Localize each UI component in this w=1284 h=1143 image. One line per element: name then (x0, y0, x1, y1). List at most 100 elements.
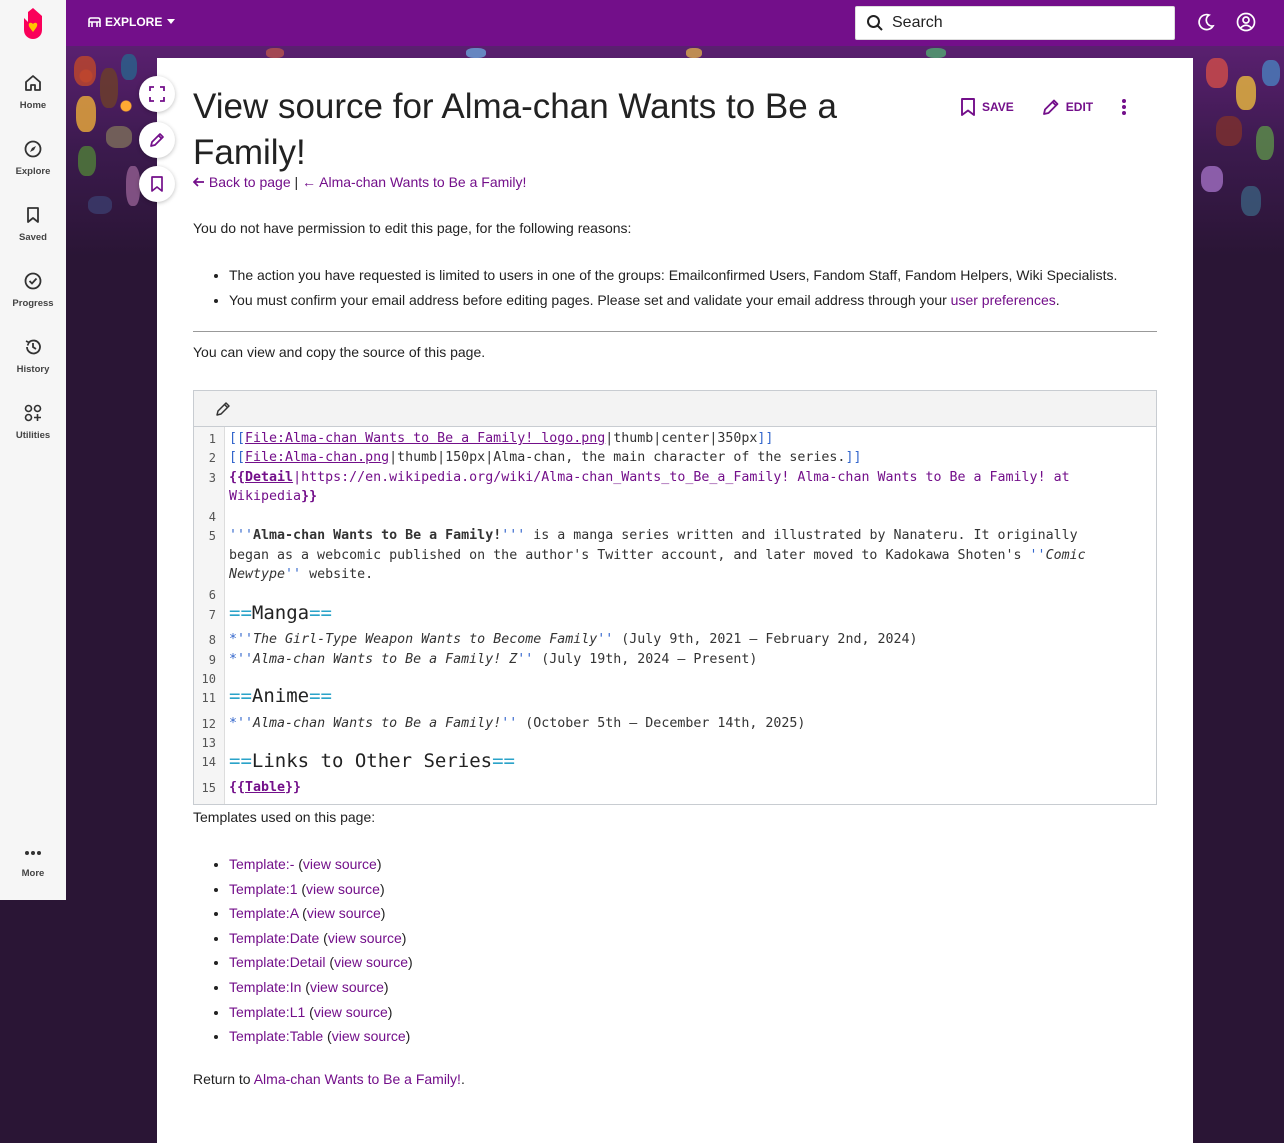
parent-page-link[interactable]: ← Alma-chan Wants to Be a Family! (302, 174, 526, 190)
view-source-link[interactable]: view source (314, 1004, 388, 1020)
template-item: Template:L1 (view source) (229, 1000, 413, 1025)
pencil-icon[interactable] (215, 401, 231, 417)
save-button[interactable]: SAVE (960, 98, 1014, 116)
view-source-link[interactable]: view source (332, 1028, 406, 1044)
line-number: 9 (208, 653, 216, 667)
rail-home[interactable]: Home (0, 74, 66, 113)
template-link[interactable]: Template:1 (229, 881, 297, 897)
file-link[interactable]: File:Alma-chan Wants to Be a Family! log… (245, 431, 605, 446)
line-number: 11 (201, 691, 216, 705)
rail-saved-label: Saved (19, 232, 47, 243)
code-text: website. (301, 567, 374, 582)
code-text: Alma-chan Wants to Be a Family! (253, 716, 502, 731)
code-text: Newtype (229, 567, 286, 582)
view-source-link[interactable]: view source (303, 856, 377, 872)
code-line: *''The Girl-Type Weapon Wants to Become … (229, 632, 918, 647)
edit-button[interactable]: EDIT (1042, 98, 1093, 116)
history-icon (25, 339, 41, 355)
view-copy-notice: You can view and copy the source of this… (193, 344, 486, 360)
home-icon (25, 75, 41, 91)
template-item: Template:A (view source) (229, 901, 413, 926)
template-link[interactable]: Template:- (229, 856, 294, 872)
arrow-left-icon (192, 177, 204, 187)
code-line: {{Table}} (229, 780, 302, 795)
code-text: Comic (1045, 548, 1086, 563)
editor-body[interactable]: 1 2 3 4 5 6 7 8 9 10 11 12 13 14 15 [[Fi… (194, 427, 1156, 804)
code-heading: ==Anime== (229, 685, 332, 707)
code-line: Newtype'' website. (229, 567, 374, 582)
code-text: (October 5th – December 14th, 2025) (517, 716, 806, 731)
template-link[interactable]: Template:In (229, 979, 301, 995)
templates-heading: Templates used on this page: (193, 809, 376, 825)
template-link[interactable]: Table (245, 780, 285, 795)
user-preferences-link[interactable]: user preferences (951, 292, 1056, 308)
view-source-link[interactable]: view source (328, 930, 402, 946)
permission-intro: You do not have permission to edit this … (193, 220, 632, 236)
template-link[interactable]: Template:L1 (229, 1004, 305, 1020)
bookmark-icon (961, 98, 975, 116)
pencil-icon (1042, 99, 1059, 115)
source-editor[interactable]: 1 2 3 4 5 6 7 8 9 10 11 12 13 14 15 [[Fi… (193, 390, 1157, 805)
reason-item: You must confirm your email address befo… (229, 288, 1117, 313)
code-text: Alma-chan Wants to Be a Family! Z (253, 652, 518, 667)
code-text: Wikipedia (229, 489, 302, 504)
rail-utilities[interactable]: Utilities (0, 404, 66, 443)
subnav-separator: | (294, 174, 299, 190)
line-number: 3 (208, 471, 216, 485)
code-line: *''Alma-chan Wants to Be a Family! Z'' (… (229, 652, 758, 667)
fullscreen-button[interactable] (139, 76, 175, 112)
line-number: 6 (208, 588, 216, 602)
code-text: Alma-chan Wants to Be a Family! (253, 528, 502, 543)
rail-saved[interactable]: Saved (0, 206, 66, 245)
template-item: Template:Date (view source) (229, 926, 413, 951)
more-actions-button[interactable] (1121, 98, 1127, 116)
page-title: View source for Alma-chan Wants to Be a … (193, 87, 837, 172)
view-source-link[interactable]: view source (334, 954, 408, 970)
save-label: SAVE (982, 100, 1014, 114)
bookmark-fab-button[interactable] (139, 166, 175, 202)
rail-progress-label: Progress (12, 298, 54, 309)
rail-more-label: More (21, 868, 45, 879)
rail-history-label: History (16, 364, 50, 375)
compass-icon (24, 140, 42, 158)
view-source-link[interactable]: view source (306, 881, 380, 897)
templates-list: Template:- (view source) Template:1 (vie… (211, 852, 413, 1049)
explore-label: EXPLORE (105, 15, 163, 29)
rail-explore[interactable]: Explore (0, 140, 66, 179)
line-number: 4 (208, 510, 216, 524)
template-link[interactable]: Template:Detail (229, 954, 326, 970)
page-subnav: Back to page | ← Alma-chan Wants to Be a… (192, 174, 526, 190)
dark-mode-icon[interactable] (1196, 12, 1216, 32)
template-item: Template:In (view source) (229, 975, 413, 1000)
template-link[interactable]: Template:Date (229, 930, 319, 946)
editor-toolbar (194, 391, 1156, 427)
code-line: {{Detail|https://en.wikipedia.org/wiki/A… (229, 470, 1070, 485)
bookmark-icon (27, 207, 39, 223)
code-text: Anime (251, 685, 310, 707)
template-link[interactable]: Detail (245, 470, 293, 485)
code-heading: ==Links to Other Series== (229, 750, 515, 772)
top-bar: EXPLORE Search (66, 0, 1284, 46)
template-link[interactable]: Template:Table (229, 1028, 323, 1044)
rail-more[interactable]: More (0, 846, 66, 881)
fandom-logo-icon[interactable] (18, 6, 48, 40)
rail-progress[interactable]: Progress (0, 272, 66, 311)
code-text: The Girl-Type Weapon Wants to Become Fam… (253, 632, 598, 647)
file-link[interactable]: File:Alma-chan.png (245, 450, 389, 465)
edit-fab-button[interactable] (139, 122, 175, 158)
template-link[interactable]: Template:A (229, 905, 298, 921)
code-text: began as a webcomic published on the aut… (229, 548, 1030, 563)
explore-menu[interactable]: EXPLORE (88, 15, 176, 29)
reason-end: . (1055, 291, 1060, 308)
search-box[interactable]: Search (855, 6, 1175, 40)
rail-history[interactable]: History (0, 338, 66, 377)
code-text: |https://en.wikipedia.org/wiki/Alma-chan… (293, 470, 1070, 485)
edit-label: EDIT (1065, 100, 1094, 114)
back-to-page-link[interactable]: Back to page (192, 174, 295, 190)
return-link[interactable]: Alma-chan Wants to Be a Family! (254, 1071, 461, 1087)
user-account-icon[interactable] (1236, 12, 1256, 32)
template-item: Template:Detail (view source) (229, 950, 413, 975)
rail-explore-label: Explore (15, 166, 51, 177)
view-source-link[interactable]: view source (307, 905, 381, 921)
view-source-link[interactable]: view source (310, 979, 384, 995)
